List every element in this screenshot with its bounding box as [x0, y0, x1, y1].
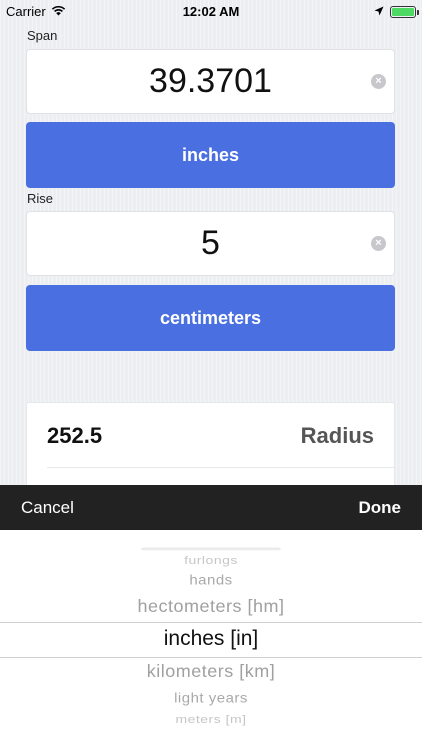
- picker-item[interactable]: meters [m]: [0, 713, 422, 726]
- span-unit-button[interactable]: inches: [26, 122, 395, 188]
- picker-item[interactable]: kilometers [km]: [0, 661, 422, 681]
- picker-toolbar: Cancel Done: [0, 485, 422, 530]
- span-value: 39.3701: [149, 62, 272, 100]
- done-button[interactable]: Done: [359, 498, 402, 518]
- span-clear-icon[interactable]: ×: [371, 74, 386, 89]
- span-label: Span: [27, 28, 58, 43]
- battery-tip: [417, 9, 419, 15]
- unit-picker[interactable]: furlongs hands hectometers [hm] inches [in]…: [0, 530, 422, 750]
- rise-value: 5: [201, 224, 220, 262]
- rise-unit-button[interactable]: centimeters: [26, 285, 395, 351]
- location-arrow-icon: [374, 4, 384, 19]
- rise-label: Rise: [27, 191, 54, 206]
- battery-icon: [390, 5, 419, 18]
- span-input[interactable]: 39.3701 ×: [26, 49, 395, 114]
- radius-label: Radius: [300, 423, 374, 448]
- picker-item[interactable]: furlongs: [0, 554, 422, 567]
- clock: 12:02 AM: [182, 4, 240, 19]
- picker-item[interactable]: hands: [0, 573, 422, 589]
- status-bar: Carrier 12:02 AM: [0, 0, 422, 22]
- picker-item-selected[interactable]: inches [in]: [0, 627, 422, 651]
- result-divider: [47, 467, 394, 468]
- rise-input[interactable]: 5 ×: [26, 211, 395, 276]
- cancel-button[interactable]: Cancel: [21, 498, 74, 518]
- radius-value: 252.5: [47, 423, 103, 448]
- picker-item[interactable]: hectometers [hm]: [0, 596, 422, 616]
- picker-item-faded-top: [0, 546, 422, 551]
- picker-item[interactable]: light years: [0, 691, 422, 707]
- rise-clear-icon[interactable]: ×: [371, 236, 386, 251]
- battery-level: [392, 7, 414, 16]
